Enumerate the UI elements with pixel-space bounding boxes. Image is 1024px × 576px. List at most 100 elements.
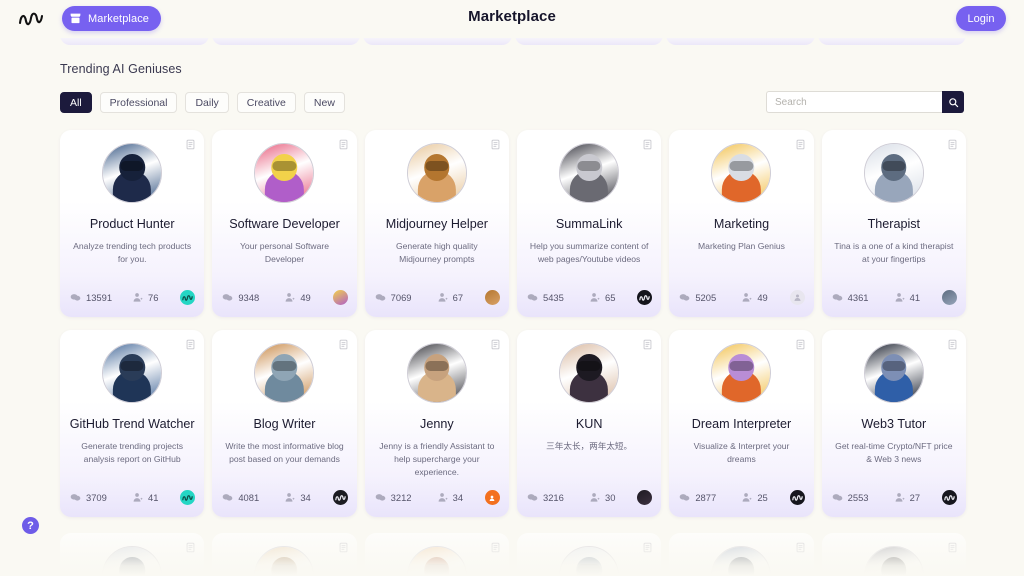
note-icon[interactable] (947, 137, 958, 150)
genius-card[interactable] (821, 533, 966, 576)
genius-card[interactable]: Blog Writer Write the most informative bl… (212, 330, 357, 517)
creator-badge[interactable] (332, 490, 348, 505)
chat-count: 9348 (222, 292, 284, 303)
genius-card[interactable]: Therapist Tina is a one of a kind therapi… (821, 130, 966, 317)
filter-chip-label: Daily (195, 96, 219, 109)
chat-bubble-icon (527, 494, 538, 501)
note-icon[interactable] (490, 137, 501, 150)
note-icon[interactable] (795, 540, 806, 553)
creator-badge[interactable] (180, 490, 196, 505)
partial-card-row (60, 533, 966, 576)
user-count: 34 (284, 492, 332, 503)
search-input[interactable] (766, 91, 942, 113)
note-icon[interactable] (642, 337, 653, 350)
card-title: KUN (575, 417, 603, 431)
creator-badge[interactable] (789, 290, 805, 305)
creator-badge[interactable] (484, 290, 500, 305)
note-icon[interactable] (185, 337, 196, 350)
note-icon[interactable] (642, 137, 653, 150)
genius-card[interactable]: Midjourney Helper Generate high quality M… (364, 130, 509, 317)
note-icon[interactable] (338, 540, 349, 553)
card-title: Therapist (867, 217, 921, 231)
person-icon (438, 493, 448, 502)
card-stats: 3216 30 (527, 490, 653, 505)
chat-bubble-icon (527, 294, 538, 301)
genius-card[interactable]: SummaLink Help you summarize content of w… (516, 130, 662, 317)
chat-bubble-icon (832, 294, 842, 301)
creator-badge[interactable] (180, 290, 196, 305)
chat-count-value: 4081 (238, 492, 260, 503)
avatar (559, 143, 620, 203)
creator-badge[interactable] (637, 290, 653, 305)
filter-chip-creative[interactable]: Creative (236, 92, 296, 113)
genius-card[interactable] (669, 533, 814, 576)
login-button-label: Login (967, 12, 995, 25)
note-icon[interactable] (185, 137, 196, 150)
chat-bubble-icon (70, 494, 81, 501)
note-icon[interactable] (338, 337, 349, 350)
user-count: 67 (437, 292, 485, 303)
filter-chip-professional[interactable]: Professional (99, 92, 178, 113)
card-stats: 4361 41 (832, 290, 957, 305)
chat-count-value: 3709 (86, 492, 107, 503)
genius-card[interactable]: Web3 Tutor Get real-time Crypto/NFT price… (821, 330, 966, 517)
creator-badge[interactable] (637, 490, 653, 505)
card-title: Jenny (420, 417, 454, 431)
card-title: GitHub Trend Watcher (69, 417, 195, 431)
note-icon[interactable] (185, 540, 196, 553)
search-button[interactable] (942, 91, 964, 113)
search-bar (766, 91, 964, 113)
genius-card[interactable]: Jenny Jenny is a friendly Assistant to he… (364, 330, 509, 517)
user-count-value: 67 (452, 292, 464, 303)
avatar (102, 546, 163, 576)
note-icon[interactable] (490, 337, 501, 350)
card-description: Help you summarize content of web pages/… (529, 241, 649, 264)
genius-card[interactable]: Dream Interpreter Visualize & Interpret y… (669, 330, 814, 517)
note-icon[interactable] (338, 137, 349, 150)
genius-card[interactable]: Software Developer Your personal Software… (212, 130, 357, 317)
chat-count-value: 5435 (542, 292, 564, 303)
filter-chip-new[interactable]: New (303, 92, 345, 113)
card-title: Product Hunter (89, 217, 175, 231)
card-description: Marketing Plan Genius (698, 241, 785, 251)
genius-card[interactable]: KUN 三年太长，两年太短。 3216 30 (516, 330, 662, 517)
avatar (711, 343, 772, 403)
note-icon[interactable] (642, 540, 653, 553)
note-icon[interactable] (947, 540, 958, 553)
person-icon (285, 493, 295, 502)
creator-badge[interactable] (941, 290, 957, 305)
creator-badge[interactable] (789, 490, 805, 505)
user-count-value: 49 (757, 292, 768, 303)
creator-badge[interactable] (332, 290, 348, 305)
creator-badge[interactable] (484, 490, 500, 505)
login-button[interactable]: Login (956, 6, 1006, 31)
user-count: 41 (132, 492, 180, 503)
filter-chip-all[interactable]: All (60, 92, 92, 113)
genius-card[interactable] (212, 533, 357, 576)
note-icon[interactable] (490, 540, 501, 553)
chat-count-value: 13591 (86, 292, 113, 303)
genius-card[interactable] (60, 533, 205, 576)
genius-card[interactable]: Marketing Marketing Plan Genius 5205 49 (669, 130, 814, 317)
creator-badge[interactable] (941, 490, 957, 505)
note-icon[interactable] (947, 337, 958, 350)
help-button[interactable]: ? (22, 517, 39, 534)
chat-bubble-icon (680, 294, 690, 301)
note-icon[interactable] (795, 337, 806, 350)
person-icon (742, 493, 752, 502)
user-count-value: 27 (909, 492, 921, 503)
avatar (863, 546, 924, 576)
filter-chip-label: Professional (109, 96, 168, 109)
genius-card[interactable]: GitHub Trend Watcher Generate trending pr… (60, 330, 205, 517)
genius-card[interactable] (516, 533, 662, 576)
filter-chip-daily[interactable]: Daily (185, 92, 229, 113)
avatar (406, 343, 467, 403)
chat-count-value: 2877 (695, 492, 717, 503)
note-icon[interactable] (795, 137, 806, 150)
genius-card[interactable] (364, 533, 509, 576)
chat-count-value: 3212 (390, 492, 412, 503)
user-count-value: 30 (604, 492, 616, 503)
genius-card[interactable]: Product Hunter Analyze trending tech prod… (60, 130, 205, 317)
avatar (254, 546, 315, 576)
chat-count-value: 7069 (390, 292, 412, 303)
